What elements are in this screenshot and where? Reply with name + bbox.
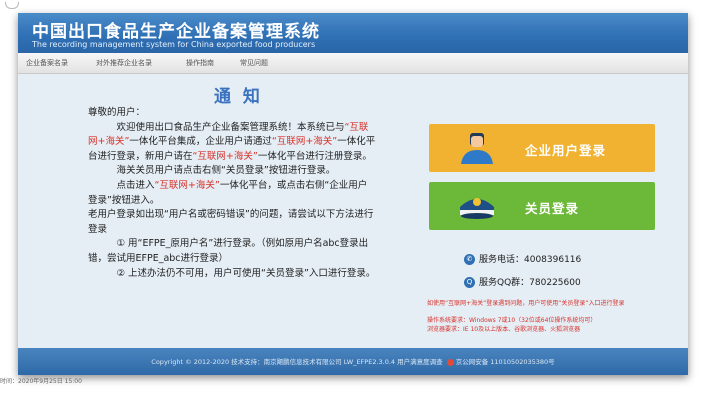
officer-login-label: 关员登录 (525, 201, 580, 216)
browser-requirement: 浏览器要求：IE 10及以上版本、谷歌浏览器、火狐浏览器 (427, 326, 581, 333)
icp-record-link[interactable]: 京公网安备 11010502035380号 (456, 358, 555, 366)
os-requirement: 操作系统要求：Windows 7或10（32位或64位操作系统均可） (427, 317, 597, 324)
police-badge-icon (446, 358, 454, 366)
notice-greeting: 尊敬的用户： (88, 107, 146, 118)
site-title: 中国出口食品生产企业备案管理系统 (32, 22, 320, 42)
notice-paragraph-1: 欢迎使用出口食品生产企业备案管理系统！本系统已与“互联网+海关”一体化平台集成，… (88, 121, 376, 165)
nav-item-guide[interactable]: 操作指南 (186, 58, 214, 68)
qq-icon: Q (464, 277, 475, 288)
enterprise-login-label: 企业用户登录 (525, 143, 607, 158)
officer-cap-icon (460, 198, 494, 219)
notice-text: 一体化平台进行注册登录。 (257, 150, 372, 162)
service-qq: Q 服务QQ群：780225600 (464, 275, 581, 288)
notice-title: 通 知 (214, 87, 263, 107)
notice-paragraph-6: ② 上述办法仍不可用，用户可使用“关员登录”入口进行登录。 (116, 267, 376, 279)
officer-login-button[interactable]: 关员登录 (429, 182, 655, 230)
notice-body: 尊敬的用户： 欢迎使用出口食品生产企业备案管理系统！本系统已与“互联网+海关”一… (88, 106, 376, 281)
service-phone-text: 服务电话：4008396116 (479, 255, 582, 265)
page-timestamp: 时间：2020年9月25日 15:00 (0, 378, 82, 385)
main-content: 通 知 尊敬的用户： 欢迎使用出口食品生产企业备案管理系统！本系统已与 “互联网+… (18, 74, 688, 348)
main-nav: 企业备案名录 对外推荐企业名录 操作指南 常见问题 (18, 53, 688, 74)
service-phone: ✆ 服务电话：4008396116 (464, 252, 581, 265)
nav-item-faq[interactable]: 常见问题 (240, 58, 268, 68)
notice-text: 一体化平台集成，企业用户请通过 (129, 136, 272, 148)
site-subtitle: The recording management system for Chin… (32, 40, 316, 49)
notice-paragraph-3: 点击进入“互联网+海关”一体化平台，或点击右侧“企业用户登录”按钮进入。 (88, 179, 376, 208)
notice-highlight: “互联网+海关” (154, 179, 220, 191)
notice-paragraph-4: 老用户登录如出现“用户名或密码错误”的问题，请尝试以下方法进行登录 (88, 209, 374, 235)
site-footer: Copyright © 2012-2020 技术支持：南京飓鹏信息技术有限公司 … (18, 348, 688, 375)
notice-text: 点击进入 (116, 179, 155, 191)
footer-text: Copyright © 2012-2020 技术支持：南京飓鹏信息技术有限公司 … (18, 356, 688, 366)
user-icon (461, 133, 493, 164)
login-tip: 如使用“互联网+海关”登录遇到问题，用户可使用“关员登录”入口进行登录 (427, 300, 625, 307)
browser-frame: 中国出口食品生产企业备案管理系统 The recording managemen… (18, 13, 688, 375)
notice-text: 欢迎使用出口食品生产企业备案管理系统！本系统已与 (116, 121, 345, 133)
notice-highlight: “互联网+海关” (271, 136, 338, 148)
notice-paragraph-5: ① 用“EFPE_原用户名”进行登录。（例如原用户名abc登录出错，尝试用EFP… (88, 238, 369, 264)
phone-icon: ✆ (464, 254, 475, 265)
enterprise-login-button[interactable]: 企业用户登录 (429, 124, 655, 172)
nav-item-recommended[interactable]: 对外推荐企业名录 (96, 58, 152, 68)
nav-item-registry[interactable]: 企业备案名录 (26, 58, 68, 68)
notice-paragraph-2: 海关关员用户请点击右侧“关员登录”按钮进行登录。 (116, 165, 336, 177)
site-header: 中国出口食品生产企业备案管理系统 The recording managemen… (18, 13, 688, 53)
copyright-text: Copyright © 2012-2020 技术支持：南京飓鹏信息技术有限公司 … (151, 358, 443, 366)
window-corner-icon (5, 2, 19, 9)
service-qq-text: 服务QQ群：780225600 (479, 278, 581, 288)
notice-highlight: “互联网+海关” (192, 150, 258, 162)
